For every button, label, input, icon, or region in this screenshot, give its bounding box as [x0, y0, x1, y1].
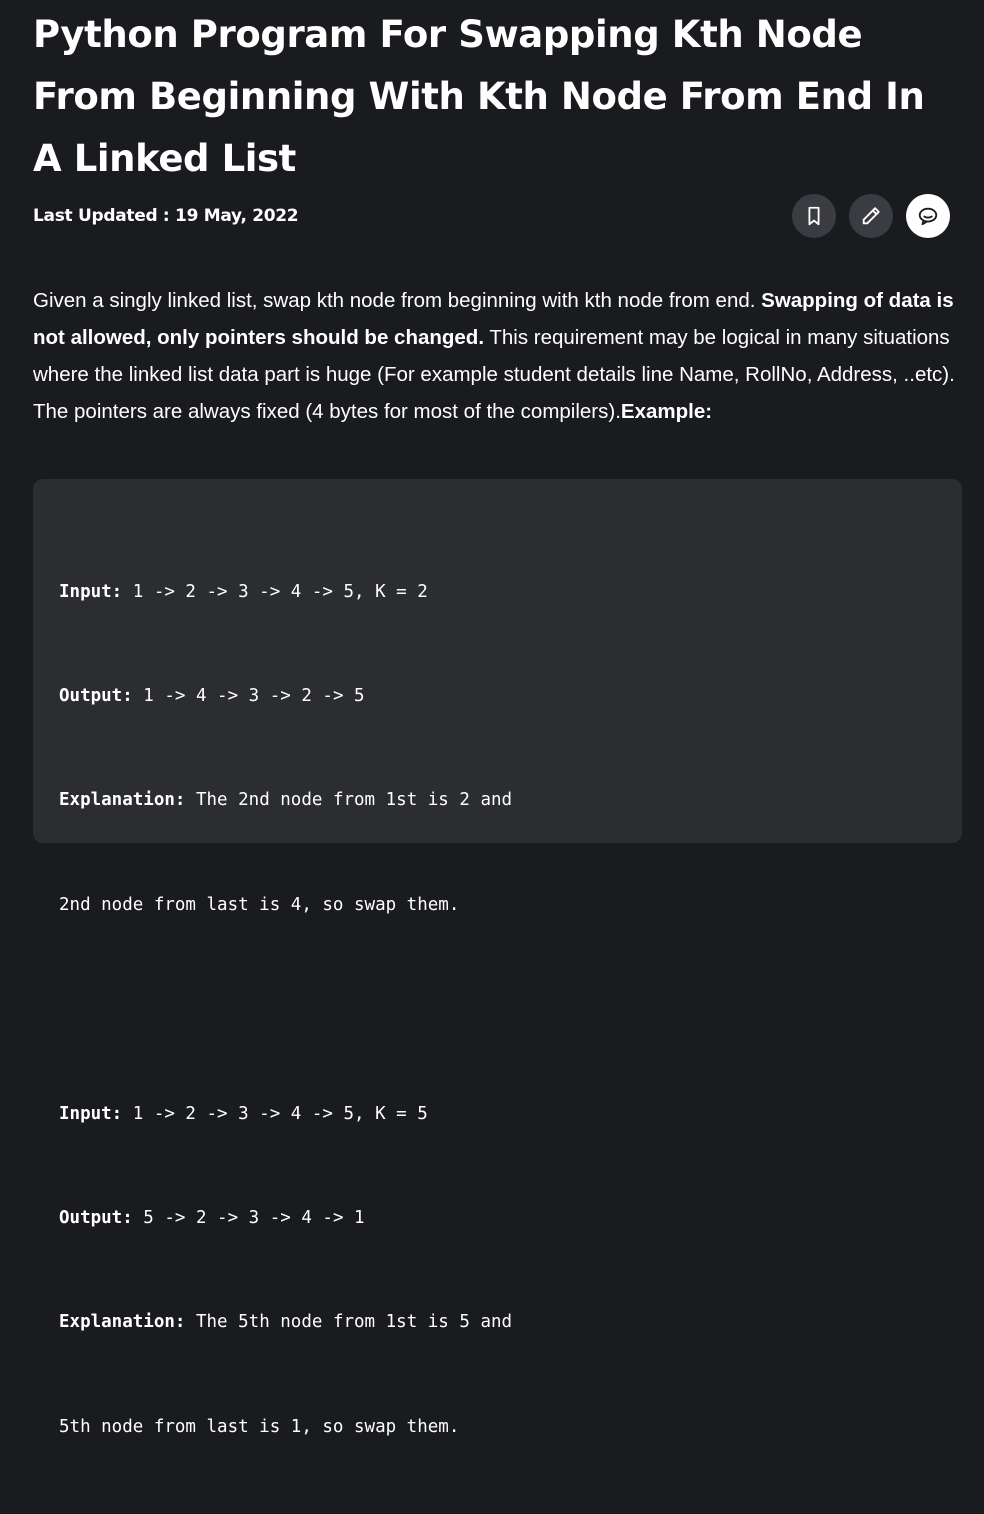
comment-icon	[918, 207, 938, 226]
article-title: Python Program For Swapping Kth Node Fro…	[33, 13, 925, 180]
code-text: 1 -> 4 -> 3 -> 2 -> 5	[132, 685, 365, 706]
bookmark-icon	[808, 206, 820, 226]
last-updated: Last Updated : 19 May, 2022	[33, 206, 299, 226]
code-line: Explanation: The 2nd node from 1st is 2 …	[59, 783, 512, 818]
code-text: 2nd node from last is 4, so swap them.	[59, 894, 460, 915]
code-line: Output: 5 -> 2 -> 3 -> 4 -> 1	[59, 1201, 512, 1236]
code-text: 5th node from last is 1, so swap them.	[59, 1416, 460, 1437]
code-text: 1 -> 2 -> 3 -> 4 -> 5, K = 2	[122, 581, 428, 602]
bookmark-button[interactable]	[792, 194, 836, 238]
pencil-icon	[862, 207, 880, 225]
article-intro: Given a singly linked list, swap kth nod…	[33, 282, 963, 430]
intro-text: Given a singly linked list, swap kth nod…	[33, 289, 762, 312]
code-label: Input:	[59, 581, 123, 602]
comment-button[interactable]	[906, 194, 950, 238]
example-heading: Example:	[620, 400, 713, 423]
example-code-block: Input: 1 -> 2 -> 3 -> 4 -> 5, K = 2 Outp…	[33, 479, 962, 1437]
article-actions	[792, 194, 950, 238]
meta-row: Last Updated : 19 May, 2022	[33, 194, 950, 240]
article: Python Program For Swapping Kth Node Fro…	[33, 0, 963, 1437]
code-text: 5 -> 2 -> 3 -> 4 -> 1	[132, 1207, 365, 1228]
code-label: Output:	[59, 685, 133, 706]
example-code: Input: 1 -> 2 -> 3 -> 4 -> 5, K = 2 Outp…	[59, 505, 512, 1514]
code-label: Output:	[59, 1207, 133, 1228]
code-line: Explanation: The 5th node from 1st is 5 …	[59, 1305, 512, 1340]
code-line: 5th node from last is 1, so swap them.	[59, 1410, 512, 1445]
code-label: Explanation:	[59, 1312, 186, 1333]
code-text: The 2nd node from 1st is 2 and	[185, 790, 513, 811]
code-line: 2nd node from last is 4, so swap them.	[59, 888, 512, 923]
code-label: Input:	[59, 1103, 123, 1124]
code-line: Input: 1 -> 2 -> 3 -> 4 -> 5, K = 5	[59, 1097, 512, 1132]
code-text: 1 -> 2 -> 3 -> 4 -> 5, K = 5	[122, 1103, 428, 1124]
code-line: Output: 1 -> 4 -> 3 -> 2 -> 5	[59, 679, 512, 714]
code-label: Explanation:	[59, 790, 186, 811]
edit-button[interactable]	[849, 194, 893, 238]
code-text: The 5th node from 1st is 5 and	[185, 1312, 513, 1333]
code-line: Input: 1 -> 2 -> 3 -> 4 -> 5, K = 2	[59, 575, 512, 610]
